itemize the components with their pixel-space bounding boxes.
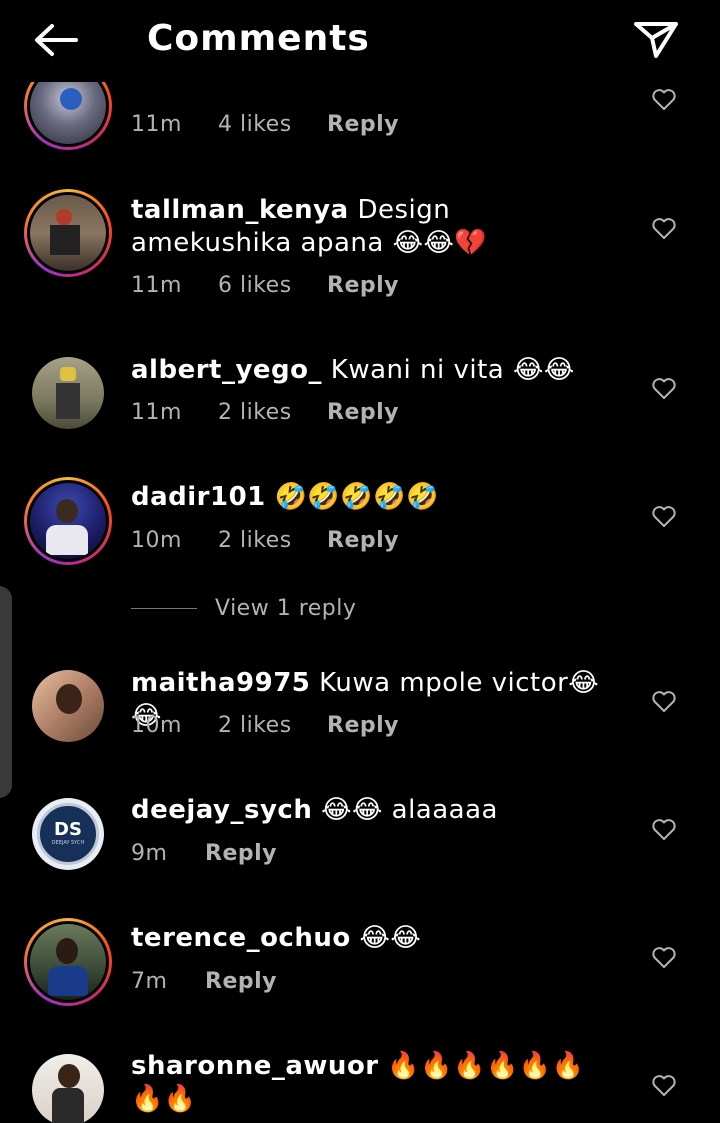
- reply-button[interactable]: Reply: [327, 527, 399, 555]
- heart-icon[interactable]: [651, 88, 677, 112]
- comment-text: dadir101 🤣🤣🤣🤣🤣: [131, 481, 601, 514]
- heart-icon[interactable]: [651, 818, 677, 842]
- comment-time: 7m: [131, 969, 168, 994]
- avatar[interactable]: [24, 477, 112, 565]
- comment-meta: 10m 2 likes Reply: [131, 527, 399, 555]
- heart-icon[interactable]: [651, 217, 677, 241]
- logo-subtext: DEEJAY SYCH: [51, 840, 85, 846]
- avatar[interactable]: [24, 189, 112, 277]
- comment-likes[interactable]: 2 likes: [218, 399, 327, 427]
- comment-likes[interactable]: 2 likes: [218, 712, 327, 740]
- paper-plane-icon[interactable]: [630, 16, 682, 64]
- comment-time: 11m: [131, 400, 182, 425]
- comment-body: 🤣🤣🤣🤣🤣: [274, 482, 439, 512]
- reply-button[interactable]: Reply: [205, 968, 277, 996]
- comment-time: 10m: [131, 528, 182, 553]
- reply-button[interactable]: Reply: [327, 399, 399, 427]
- avatar[interactable]: [24, 918, 112, 1006]
- comment-username[interactable]: maitha9975: [131, 668, 310, 698]
- heart-icon[interactable]: [651, 505, 677, 529]
- comment-text: albert_yego_ Kwani ni vita 😂😂: [131, 354, 601, 387]
- comment-meta: 11m 6 likes Reply: [131, 272, 399, 300]
- reply-button[interactable]: Reply: [327, 272, 399, 300]
- comment-username[interactable]: terence_ochuo: [131, 923, 351, 953]
- heart-icon[interactable]: [651, 1074, 677, 1098]
- page-title: Comments: [147, 18, 370, 59]
- heart-icon[interactable]: [651, 377, 677, 401]
- comments-list[interactable]: 11m 4 likes Reply tallman_kenya Design ame…: [0, 0, 720, 1123]
- comment-time: 11m: [131, 273, 182, 298]
- comment-username[interactable]: dadir101: [131, 482, 266, 512]
- comment-text: tallman_kenya Design amekushika apana 😂😂…: [131, 194, 601, 260]
- logo-text: DS: [54, 819, 82, 840]
- avatar[interactable]: [24, 662, 112, 750]
- arrow-left-icon[interactable]: [28, 18, 84, 62]
- heart-icon[interactable]: [651, 690, 677, 714]
- heart-icon[interactable]: [651, 946, 677, 970]
- comment-time: 10m: [131, 713, 182, 738]
- comment-meta: 9m Reply: [131, 840, 277, 868]
- view-replies-label: View 1 reply: [215, 596, 357, 621]
- comments-screen: 11m 4 likes Reply tallman_kenya Design ame…: [0, 0, 720, 1123]
- reply-button[interactable]: Reply: [327, 712, 399, 740]
- comment-body: 😂😂: [359, 923, 422, 953]
- reply-button[interactable]: Reply: [327, 111, 399, 139]
- comment-body: Kwani ni vita 😂😂: [330, 355, 575, 385]
- comment-meta: 7m Reply: [131, 968, 277, 996]
- avatar[interactable]: [24, 349, 112, 437]
- comment-likes[interactable]: 2 likes: [218, 527, 327, 555]
- header: Comments: [0, 0, 720, 82]
- comment-text: sharonne_awuor 🔥🔥🔥🔥🔥🔥🔥🔥: [131, 1050, 601, 1116]
- comment-username[interactable]: deejay_sych: [131, 795, 312, 825]
- reply-button[interactable]: Reply: [205, 840, 277, 868]
- comment-text: deejay_sych 😂😂 alaaaaa: [131, 794, 601, 827]
- avatar[interactable]: [24, 1046, 112, 1123]
- comment-username[interactable]: albert_yego_: [131, 355, 322, 385]
- replies-divider: [131, 608, 197, 609]
- comment-likes[interactable]: 6 likes: [218, 272, 327, 300]
- comment-meta: 10m 2 likes Reply: [131, 712, 399, 740]
- comment-likes[interactable]: 4 likes: [218, 111, 327, 139]
- comment-meta: 11m 2 likes Reply: [131, 399, 399, 427]
- comment-meta: 11m 4 likes Reply: [131, 111, 399, 139]
- comment-body: 😂😂 alaaaaa: [321, 795, 498, 825]
- comment-time: 9m: [131, 841, 168, 866]
- comment-username[interactable]: tallman_kenya: [131, 195, 349, 225]
- comment-username[interactable]: sharonne_awuor: [131, 1051, 379, 1081]
- comment-time: 11m: [131, 112, 182, 137]
- side-scroll-handle[interactable]: [0, 586, 12, 798]
- avatar[interactable]: DS DEEJAY SYCH: [24, 790, 112, 878]
- deejay-logo: DS DEEJAY SYCH: [32, 798, 104, 870]
- comment-text: terence_ochuo 😂😂: [131, 922, 601, 955]
